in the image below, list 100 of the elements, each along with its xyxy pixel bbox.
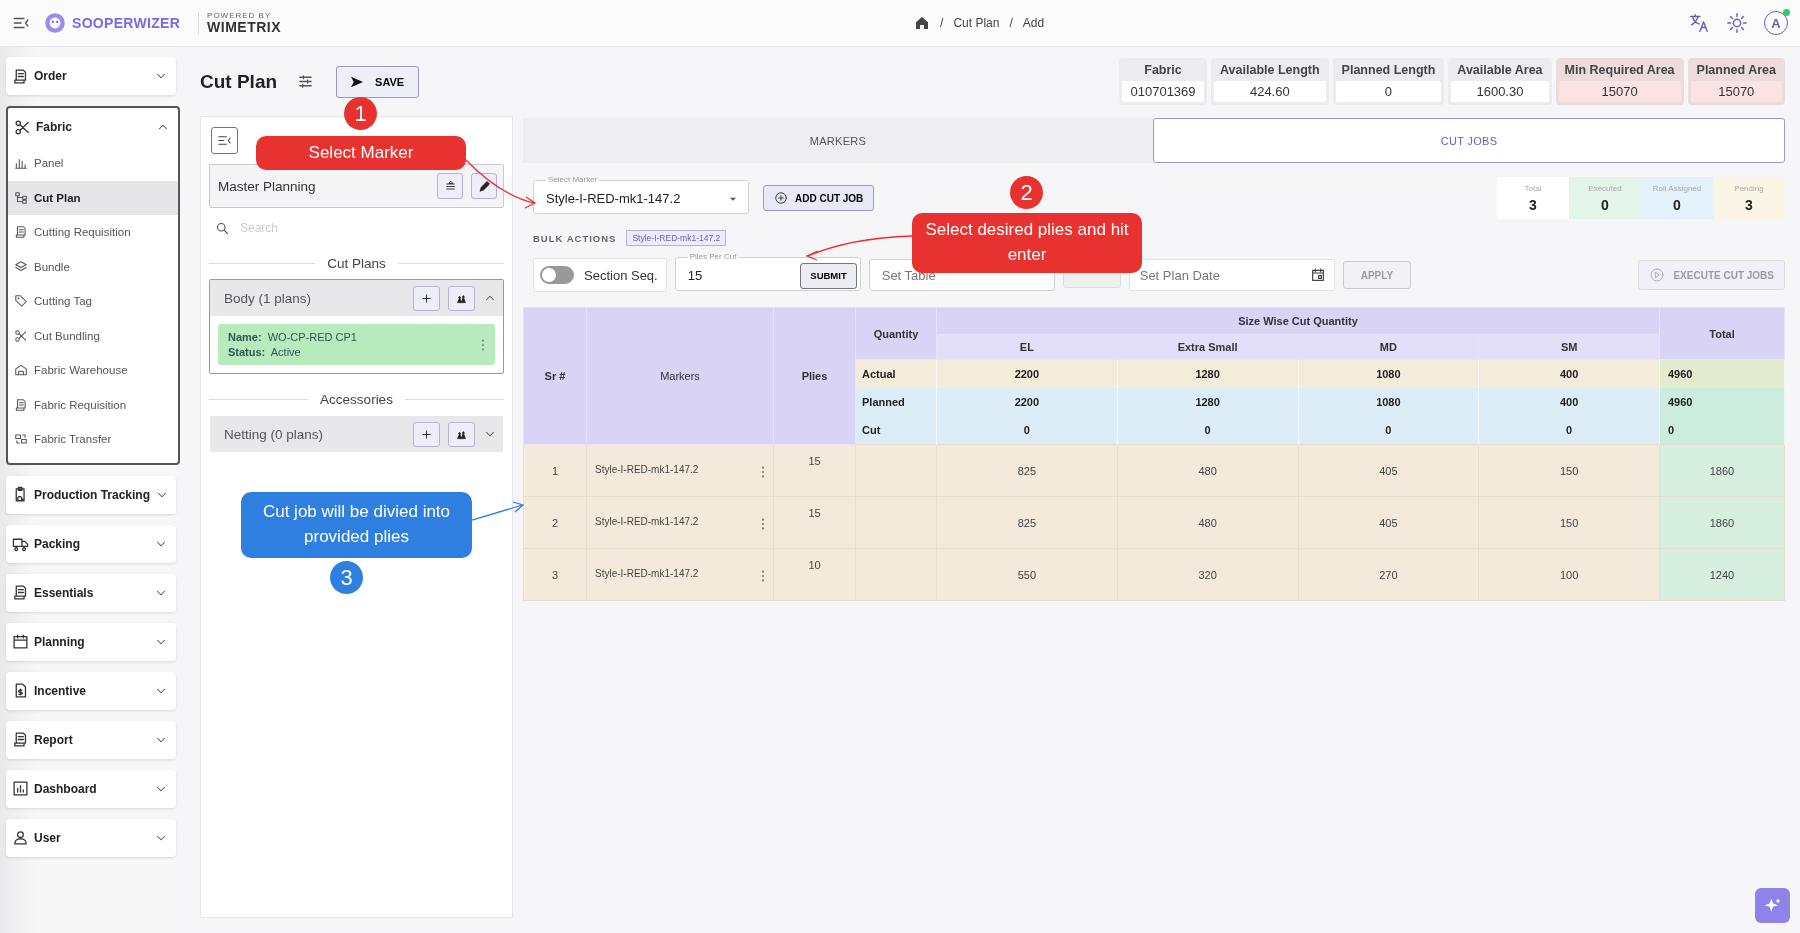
document-icon: [12, 731, 29, 748]
sidebar-group-label: Planning: [34, 634, 86, 649]
summary-total: 4960: [1659, 388, 1785, 416]
tag-icon: [14, 294, 28, 309]
plan-card[interactable]: Name: WO-CP-RED CP1 Status: Active: [218, 324, 495, 365]
table-cell: 1: [523, 444, 587, 497]
sidebar-item[interactable]: Cutting Tag: [8, 284, 178, 319]
sidebar-item[interactable]: Fabric Requisition: [8, 387, 178, 422]
group-button[interactable]: [448, 421, 475, 447]
plan-selector[interactable]: Master Planning: [209, 164, 504, 208]
add-button[interactable]: [413, 285, 440, 311]
table-cell: 1240: [1659, 548, 1785, 601]
calendar-icon: [12, 633, 29, 650]
document-icon: [14, 397, 28, 412]
collapse-button[interactable]: [211, 127, 238, 154]
add-cut-job-button[interactable]: ADD CUT JOB: [763, 185, 875, 211]
sidebar-group-header[interactable]: Report: [6, 720, 176, 759]
transfer-icon: [14, 432, 28, 447]
table-cell: Style-I-RED-mk1-147.2: [595, 567, 699, 579]
plan-name: Master Planning: [218, 178, 317, 194]
sidebar-item-label: Fabric Transfer: [34, 433, 112, 446]
list-button[interactable]: [437, 173, 463, 199]
stat-label: Fabric: [1143, 62, 1183, 79]
sidebar-group-header[interactable]: Dashboard: [6, 769, 176, 808]
table-cell: 15: [773, 444, 856, 497]
sidebar-group-header[interactable]: Fabric: [8, 108, 178, 146]
sidebar-group-header[interactable]: Incentive: [6, 671, 176, 710]
plan-group-header[interactable]: Body (1 plans): [210, 280, 503, 316]
chart-icon: [12, 780, 29, 797]
tab[interactable]: MARKERS: [523, 118, 1153, 163]
add-button[interactable]: [413, 421, 440, 447]
table-cell: 405: [1298, 444, 1479, 497]
plan-status-line: Status: Active: [228, 346, 302, 358]
sidebar-group-header[interactable]: Production Tracking: [6, 475, 176, 514]
stat-label: Available Length: [1219, 62, 1321, 79]
sidebar-item[interactable]: Fabric Transfer: [8, 422, 178, 457]
filter-icon[interactable]: [297, 73, 315, 90]
plies-field[interactable]: Plies Per Cut 15 SUBMIT: [674, 253, 861, 291]
sidebar-item[interactable]: Cutting Requisition: [8, 215, 178, 250]
table-cell: 100: [1478, 548, 1660, 601]
warehouse-icon: [14, 363, 28, 378]
tree-icon: [14, 190, 28, 205]
sidebar-group-label: Essentials: [34, 585, 95, 600]
collapse-icon: [217, 133, 232, 148]
more-icon[interactable]: [761, 464, 765, 479]
edit-button[interactable]: [471, 173, 497, 199]
table-cell: 2: [523, 496, 587, 549]
annotation-tooltip: Select Marker: [256, 136, 466, 170]
more-icon[interactable]: [761, 516, 765, 531]
table-cell: 320: [1117, 548, 1298, 601]
assistant-button[interactable]: [1755, 888, 1790, 923]
count-label: Executed: [1588, 183, 1622, 193]
group-button[interactable]: [448, 285, 475, 311]
count-value: 3: [1529, 196, 1537, 213]
more-icon[interactable]: [761, 568, 765, 583]
table-cell: 1860: [1659, 444, 1785, 497]
plan-group-header[interactable]: Netting (0 plans): [210, 416, 503, 452]
submit-button[interactable]: SUBMIT: [800, 262, 857, 289]
sidebar-group-header[interactable]: Essentials: [6, 573, 176, 612]
field-label: Plies Per Cut: [688, 253, 738, 261]
sidebar-group-header[interactable]: User: [6, 818, 176, 857]
calendar-icon[interactable]: [1309, 267, 1326, 283]
translate-icon[interactable]: [1688, 12, 1710, 34]
home-icon[interactable]: [914, 15, 931, 31]
column-header: Total: [1659, 307, 1785, 360]
logo-icon: [42, 10, 68, 36]
toggle-switch[interactable]: [540, 266, 574, 284]
save-button[interactable]: SAVE: [336, 65, 420, 98]
breadcrumb-item[interactable]: Cut Plan: [953, 16, 1000, 30]
date-field[interactable]: Set Plan Date: [1128, 259, 1335, 291]
breadcrumb-item[interactable]: Add: [1022, 16, 1045, 30]
table-cell: 15: [773, 496, 856, 549]
plan-name-line: Name: WO-CP-RED CP1: [228, 331, 358, 343]
sidebar-group-label: Dashboard: [34, 781, 98, 796]
sidebar-item[interactable]: Panel: [8, 146, 178, 181]
table-cell: 825: [936, 496, 1118, 549]
table-cell: Style-I-RED-mk1-147.2: [595, 463, 699, 475]
sidebar-group-header[interactable]: Order: [6, 57, 176, 95]
plus-circle-icon: [774, 191, 788, 205]
sidebar-group-header[interactable]: Packing: [6, 524, 176, 563]
stat-value: 15070: [1558, 81, 1681, 102]
annotation-arrow: [465, 159, 537, 209]
toggle-label: Section Seq.: [584, 267, 658, 283]
tab[interactable]: CUT JOBS: [1153, 118, 1785, 163]
sidebar-group-header[interactable]: Planning: [6, 622, 176, 661]
marker-select[interactable]: Select Marker Style-I-RED-mk1-147.2: [533, 176, 749, 214]
sidebar-group-label: Packing: [34, 536, 82, 551]
sidebar-item[interactable]: Cut Plan: [8, 180, 178, 215]
stat-value: 010701369: [1122, 81, 1205, 102]
more-icon[interactable]: [481, 337, 485, 352]
sidebar-item[interactable]: Cut Bundling: [8, 318, 178, 353]
sidebar-item[interactable]: Fabric Warehouse: [8, 353, 178, 388]
sun-icon[interactable]: [1726, 12, 1748, 34]
sidebar-item-label: Cut Plan: [34, 191, 81, 204]
person-icon: [12, 829, 29, 846]
document-icon: [14, 225, 28, 240]
summary-total: 0: [1659, 416, 1785, 445]
size-header: EL: [936, 334, 1118, 360]
document-icon: [12, 67, 29, 85]
sidebar-item[interactable]: Bundle: [8, 249, 178, 284]
